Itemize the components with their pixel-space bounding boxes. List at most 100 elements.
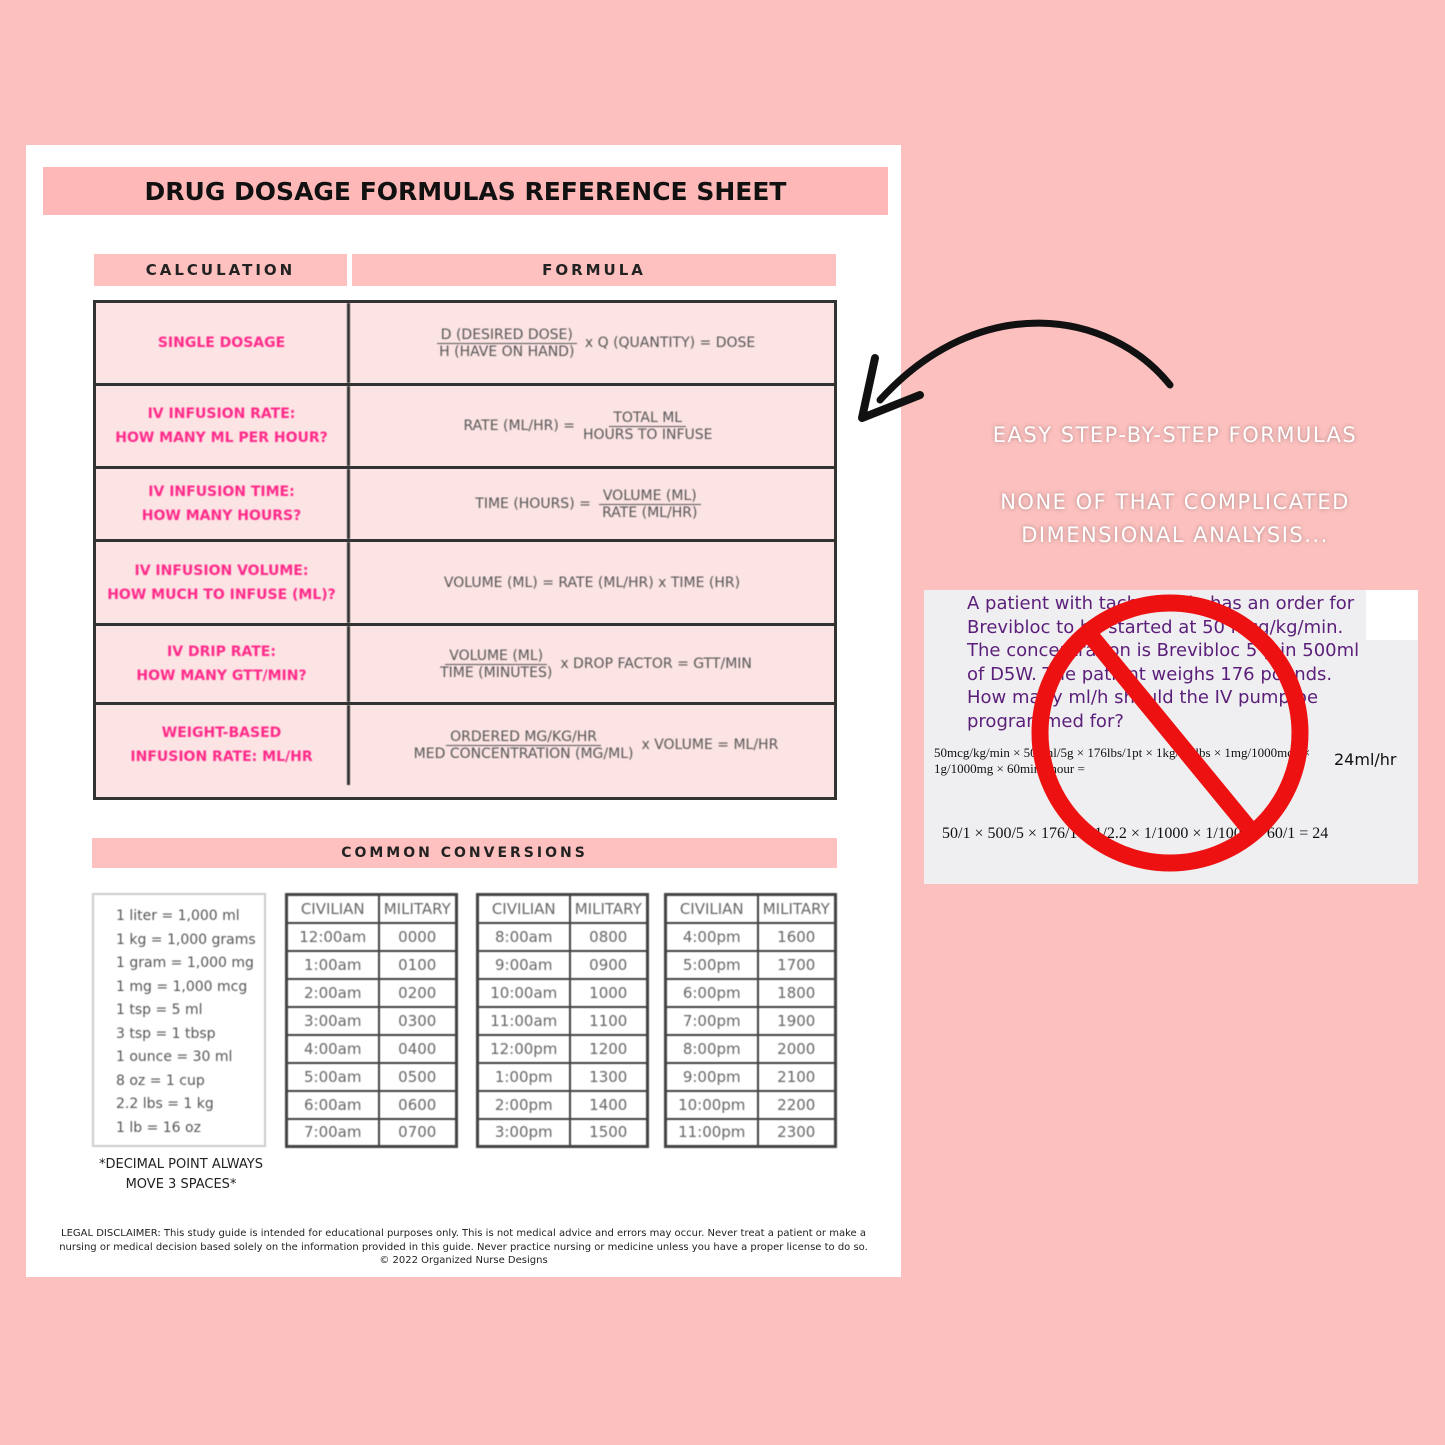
calculation-header: CALCULATION — [94, 254, 347, 286]
military-time: 0800 — [568, 921, 649, 952]
military-time: 2300 — [756, 1117, 837, 1148]
military-time: 0600 — [377, 1089, 458, 1120]
numerator: ORDERED MG/KG/HR — [446, 729, 601, 746]
military-header: MILITARY — [756, 893, 837, 924]
conversions-title: COMMON CONVERSIONS — [92, 838, 837, 868]
formula-row: SINGLE DOSAGE D (DESIRED DOSE) H (HAVE ON … — [96, 303, 834, 386]
calc-line: IV INFUSION TIME: — [148, 484, 295, 500]
military-time: 1300 — [568, 1061, 649, 1092]
table-row: 9:00am 0900 — [476, 949, 649, 980]
table-row: 12:00pm 1200 — [476, 1033, 649, 1064]
civilian-time: 5:00pm — [664, 949, 759, 980]
formula-table: SINGLE DOSAGE D (DESIRED DOSE) H (HAVE ON … — [93, 300, 837, 800]
military-time: 0500 — [377, 1061, 458, 1092]
conversion-item: 1 lb = 16 oz — [116, 1119, 201, 1136]
civilian-time: 9:00am — [476, 949, 571, 980]
table-row: 2:00am 0200 — [285, 977, 458, 1008]
civilian-time: 6:00am — [285, 1089, 380, 1120]
military-time: 1900 — [756, 1005, 837, 1036]
civilian-header: CIVILIAN — [476, 893, 571, 924]
calculation-name: IV INFUSION TIME: HOW MANY HOURS? — [96, 469, 350, 539]
table-row: 4:00am 0400 — [285, 1033, 458, 1064]
civilian-time: 11:00am — [476, 1005, 571, 1036]
civilian-time: 10:00pm — [664, 1089, 759, 1120]
conversion-item: 1 ounce = 30 ml — [116, 1049, 233, 1065]
civilian-time: 8:00pm — [664, 1033, 759, 1064]
decimal-note: *DECIMAL POINT ALWAYS MOVE 3 SPACES* — [86, 1155, 276, 1195]
military-time: 0000 — [377, 921, 458, 952]
table-header: CIVILIAN MILITARY — [476, 893, 649, 924]
denominator: H (HAVE ON HAND) — [439, 343, 575, 360]
numerator: VOLUME (ML) — [445, 648, 548, 665]
table-row: 5:00pm 1700 — [664, 949, 837, 980]
formula-lhs: TIME (HOURS) = — [475, 496, 591, 512]
table-row: 11:00am 1100 — [476, 1005, 649, 1036]
civilian-time: 2:00am — [285, 977, 380, 1008]
civilian-time: 5:00am — [285, 1061, 380, 1092]
table-row: 3:00am 0300 — [285, 1005, 458, 1036]
civilian-time: 7:00pm — [664, 1005, 759, 1036]
military-time: 0100 — [377, 949, 458, 980]
formula-text: VOLUME (ML) = RATE (ML/HR) x TIME (HR) — [443, 574, 741, 591]
table-row: 8:00am 0800 — [476, 921, 649, 952]
table-header: CIVILIAN MILITARY — [285, 893, 458, 924]
civilian-time: 11:00pm — [664, 1117, 759, 1148]
calc-line: IV DRIP RATE: — [167, 644, 276, 660]
calculation-name: IV DRIP RATE: HOW MANY GTT/MIN? — [96, 626, 350, 702]
civilian-header: CIVILIAN — [664, 893, 759, 924]
conversion-item: 3 tsp = 1 tbsp — [116, 1025, 216, 1042]
military-time: 1200 — [568, 1033, 649, 1064]
civilian-header: CIVILIAN — [285, 893, 380, 924]
military-time: 1100 — [568, 1005, 649, 1036]
denominator: TIME (MINUTES) — [440, 664, 553, 681]
military-time: 1500 — [568, 1117, 649, 1148]
dimensional-analysis-example: A patient with tachycardia has an order … — [924, 590, 1418, 884]
military-time: 2100 — [756, 1061, 837, 1092]
calc-line: HOW MANY HOURS? — [141, 508, 302, 524]
military-header: MILITARY — [568, 893, 649, 924]
promo-line-1: EASY STEP-BY-STEP FORMULAS — [992, 423, 1358, 447]
military-time: 0900 — [568, 949, 649, 980]
sheet-title: DRUG DOSAGE FORMULAS REFERENCE SHEET — [43, 167, 888, 215]
military-time: 1700 — [756, 949, 837, 980]
numerator: TOTAL ML — [609, 410, 687, 427]
formula-rhs: x Q (QUANTITY) = DOSE — [584, 335, 756, 351]
military-time: 1600 — [756, 921, 837, 952]
fraction: TOTAL ML HOURS TO INFUSE — [583, 410, 713, 443]
promo-line-2: NONE OF THAT COMPLICATED — [1000, 490, 1350, 514]
table-row: 4:00pm 1600 — [664, 921, 837, 952]
table-row: 11:00pm 2300 — [664, 1117, 837, 1148]
fraction: VOLUME (ML) RATE (ML/HR) — [598, 488, 701, 521]
calc-line: IV INFUSION VOLUME: — [134, 562, 309, 579]
military-time: 0200 — [377, 977, 458, 1008]
conversion-item: 1 mg = 1,000 mcg — [116, 978, 248, 995]
conversion-item: 1 gram = 1,000 mg — [116, 955, 254, 971]
conversion-item: 1 liter = 1,000 ml — [116, 908, 240, 924]
calc-line: HOW MANY GTT/MIN? — [136, 668, 307, 684]
table-row: 1:00pm 1300 — [476, 1061, 649, 1092]
table-row: 12:00am 0000 — [285, 921, 458, 952]
time-table-1: CIVILIAN MILITARY 12:00am 0000 1:00am 0100 2:0… — [285, 893, 458, 1148]
time-table-3: CIVILIAN MILITARY 4:00pm 1600 5:00pm 1700 6:00… — [664, 893, 837, 1148]
table-row: 10:00pm 2200 — [664, 1089, 837, 1120]
reference-sheet: DRUG DOSAGE FORMULAS REFERENCE SHEET CAL… — [26, 145, 901, 1277]
military-time: 1400 — [568, 1089, 649, 1120]
civilian-time: 7:00am — [285, 1117, 380, 1148]
copyright: © 2022 Organized Nurse Designs — [379, 1255, 548, 1266]
civilian-time: 4:00pm — [664, 921, 759, 952]
formula-row: IV INFUSION RATE: HOW MANY ML PER HOUR? RA… — [96, 386, 834, 469]
table-row: 5:00am 0500 — [285, 1061, 458, 1092]
formula-row: IV INFUSION VOLUME: HOW MUCH TO INFUSE (M… — [96, 542, 834, 626]
formula-row: WEIGHT-BASED INFUSION RATE: ML/HR ORDERED … — [96, 705, 834, 785]
table-row: 7:00am 0700 — [285, 1117, 458, 1148]
calculation-name: IV INFUSION RATE: HOW MANY ML PER HOUR? — [96, 386, 350, 466]
table-row: 6:00am 0600 — [285, 1089, 458, 1120]
military-time: 0400 — [377, 1033, 458, 1064]
military-time: 1000 — [568, 977, 649, 1008]
denominator: MED CONCENTRATION (MG/ML) — [413, 745, 634, 762]
table-header: CIVILIAN MILITARY — [664, 893, 837, 924]
calc-line: IV INFUSION RATE: — [147, 406, 296, 422]
fraction: VOLUME (ML) TIME (MINUTES) — [440, 648, 552, 681]
fraction: ORDERED MG/KG/HR MED CONCENTRATION (MG/ML… — [414, 729, 634, 762]
formula-lhs: RATE (ML/HR) = — [463, 418, 575, 434]
